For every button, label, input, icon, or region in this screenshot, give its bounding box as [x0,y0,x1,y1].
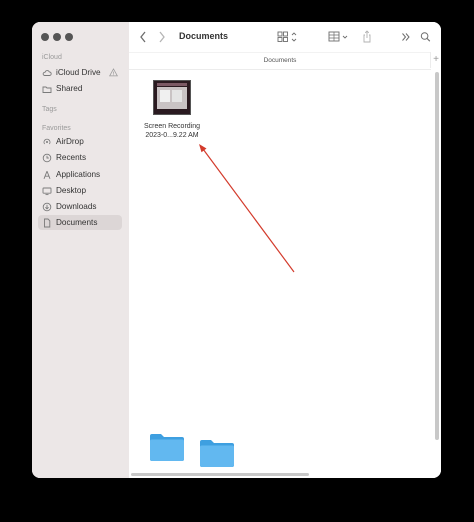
download-icon [42,202,52,212]
sidebar: iCloud iCloud Drive Shared Tags Favorite… [32,22,130,478]
group-grid-icon [328,31,348,42]
chevron-right-icon [159,31,165,43]
content-area: Documents Documents + Screen Recording 2… [129,22,441,478]
icon-grid-icon [277,31,297,42]
applications-icon [42,170,52,180]
double-chevron-right-icon [402,33,410,41]
search-icon [420,32,431,42]
window-title: Documents [179,31,229,41]
new-tab-button[interactable]: + [430,52,441,68]
minimize-window-button[interactable] [53,33,61,41]
sidebar-item-downloads[interactable]: Downloads [38,199,122,214]
more-toolbar-button[interactable] [401,30,411,44]
share-button[interactable] [362,30,372,44]
back-button[interactable] [138,30,148,44]
section-label-tags: Tags [42,106,57,113]
sidebar-item-label: AirDrop [56,137,84,146]
document-icon [42,218,52,228]
view-mode-button[interactable] [277,30,299,44]
group-by-button[interactable] [328,30,350,44]
sidebar-item-documents[interactable]: Documents [38,215,122,230]
file-name: Screen Recording 2023-0...9.22 AM [137,122,207,140]
airdrop-icon [42,137,52,147]
sidebar-item-label: Documents [56,218,98,227]
sidebar-item-label: iCloud Drive [56,68,101,77]
vertical-scrollbar[interactable] [435,72,439,440]
sidebar-item-label: Desktop [56,186,87,195]
video-thumbnail [153,80,191,115]
path-bar: Documents [129,52,431,70]
folder-icon [200,440,234,467]
search-button[interactable] [420,30,431,44]
sidebar-item-label: Shared [56,84,83,93]
sidebar-item-icloud-drive[interactable]: iCloud Drive [38,65,122,80]
sidebar-item-shared[interactable]: Shared [38,81,122,96]
sidebar-item-label: Downloads [56,202,97,211]
sidebar-item-label: Recents [56,153,87,162]
finder-window: iCloud iCloud Drive Shared Tags Favorite… [32,22,441,478]
toolbar: Documents [129,22,441,52]
desktop-icon [42,186,52,196]
share-icon [363,30,371,43]
chevron-left-icon [140,31,146,43]
sidebar-item-label: Applications [56,170,101,179]
folder-item[interactable] [149,432,185,462]
shared-folder-icon [42,84,52,94]
sidebar-item-desktop[interactable]: Desktop [38,183,122,198]
file-name-line2: 2023-0...9.22 AM [145,132,199,139]
section-label-icloud: iCloud [42,54,62,61]
section-label-favorites: Favorites [42,125,71,132]
clock-icon [42,153,52,163]
forward-button[interactable] [157,30,167,44]
close-window-button[interactable] [41,33,49,41]
folder-icon [150,434,184,461]
window-controls [41,33,73,41]
folder-item[interactable] [199,438,235,468]
warning-icon [109,68,118,77]
horizontal-scrollbar[interactable] [131,473,309,476]
sidebar-item-applications[interactable]: Applications [38,167,122,182]
zoom-window-button[interactable] [65,33,73,41]
sidebar-item-airdrop[interactable]: AirDrop [38,134,122,149]
file-name-line1: Screen Recording [143,123,201,130]
sidebar-item-recents[interactable]: Recents [38,150,122,165]
file-item-screen-recording[interactable]: Screen Recording 2023-0...9.22 AM [137,80,207,140]
cloud-icon [42,68,52,78]
